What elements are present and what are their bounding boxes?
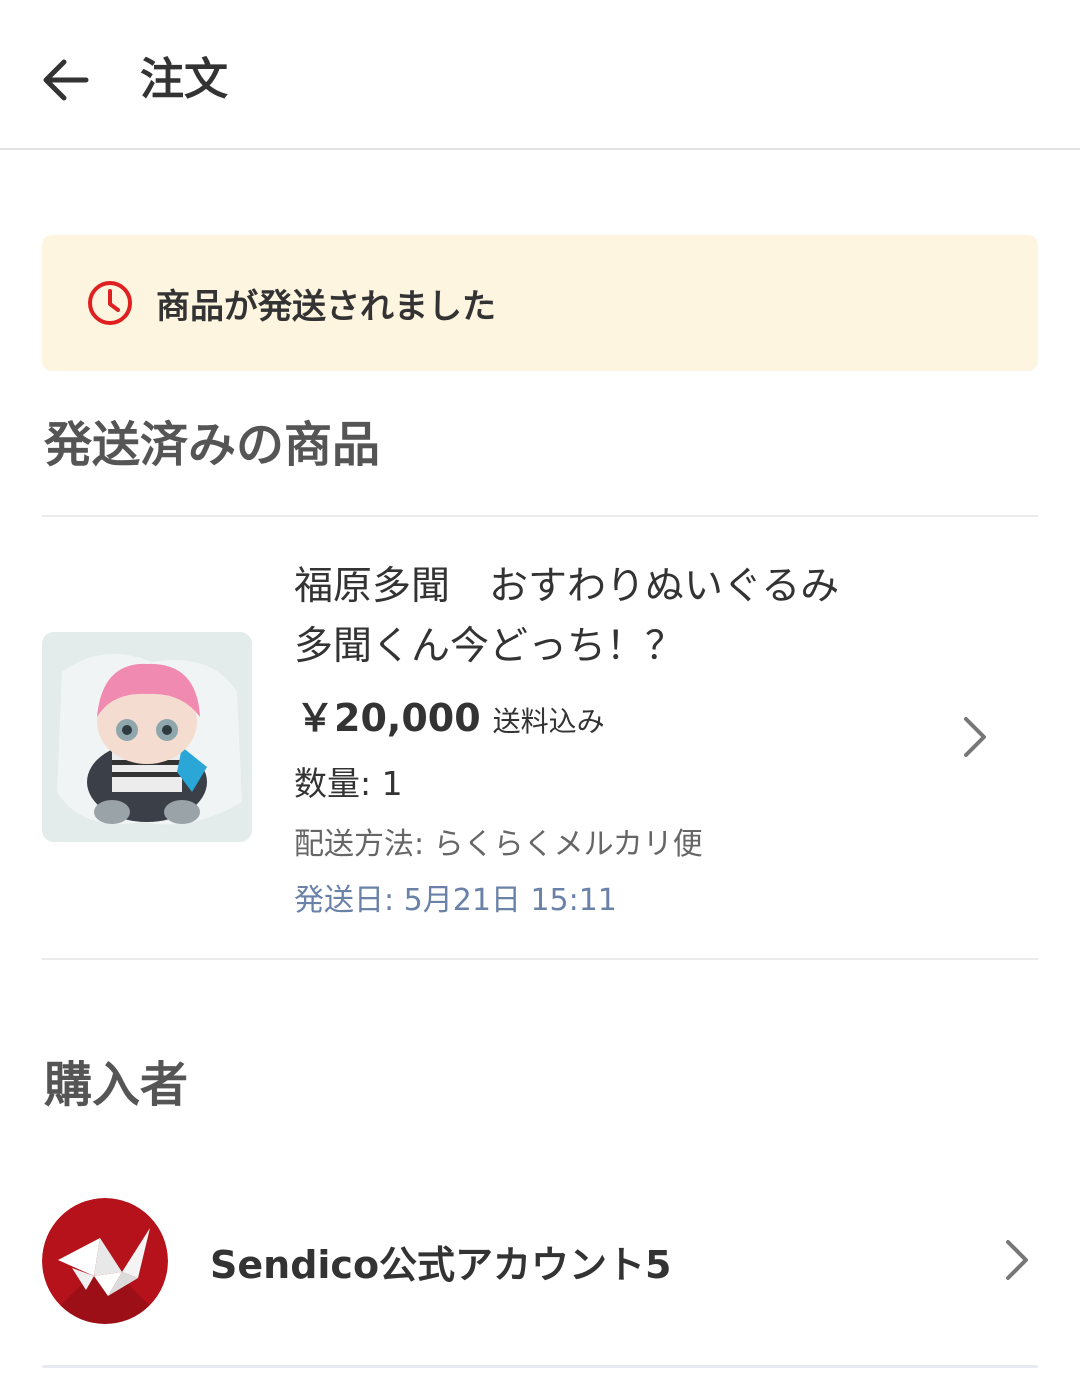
product-quantity: 数量: 1 bbox=[294, 764, 403, 803]
arrow-left-icon bbox=[43, 59, 89, 101]
buyer-section-title: 購入者 bbox=[44, 1057, 189, 1113]
shipped-section-title: 発送済みの商品 bbox=[44, 417, 381, 473]
paper-crane-icon bbox=[42, 1198, 168, 1324]
status-text: 商品が発送されました bbox=[156, 286, 496, 327]
ship-date: 発送日: 5月21日 15:11 bbox=[294, 883, 617, 918]
avatar bbox=[42, 1198, 168, 1324]
clock-icon bbox=[88, 281, 132, 325]
page-title: 注文 bbox=[140, 54, 228, 105]
divider bbox=[42, 1365, 1038, 1368]
divider bbox=[42, 958, 1038, 960]
app-bar: 注文 bbox=[0, 0, 1080, 150]
status-banner: 商品が発送されました bbox=[42, 235, 1038, 371]
buyer-row[interactable]: Sendico公式アカウント5 bbox=[0, 1190, 1080, 1330]
product-name-line2: 多聞くん今どっち！？ bbox=[294, 624, 685, 669]
product-row[interactable]: 福原多聞 おすわりぬいぐるみ 多聞くん今どっち！？ ￥20,000 送料込み 数… bbox=[0, 517, 1080, 958]
chevron-right-icon bbox=[1006, 1240, 1028, 1280]
product-name-line1: 福原多聞 おすわりぬいぐるみ bbox=[294, 564, 840, 609]
back-button[interactable] bbox=[30, 45, 100, 115]
product-thumbnail bbox=[42, 632, 252, 842]
price-note: 送料込み bbox=[492, 705, 605, 738]
product-price: ￥20,000 bbox=[296, 696, 481, 740]
buyer-name: Sendico公式アカウント5 bbox=[210, 1243, 672, 1287]
shipping-method: 配送方法: らくらくメルカリ便 bbox=[294, 827, 703, 862]
chevron-right-icon bbox=[964, 717, 986, 757]
price-line: ￥20,000 送料込み bbox=[296, 687, 605, 742]
product-name: 福原多聞 おすわりぬいぐるみ 多聞くん今どっち！？ bbox=[294, 557, 934, 677]
